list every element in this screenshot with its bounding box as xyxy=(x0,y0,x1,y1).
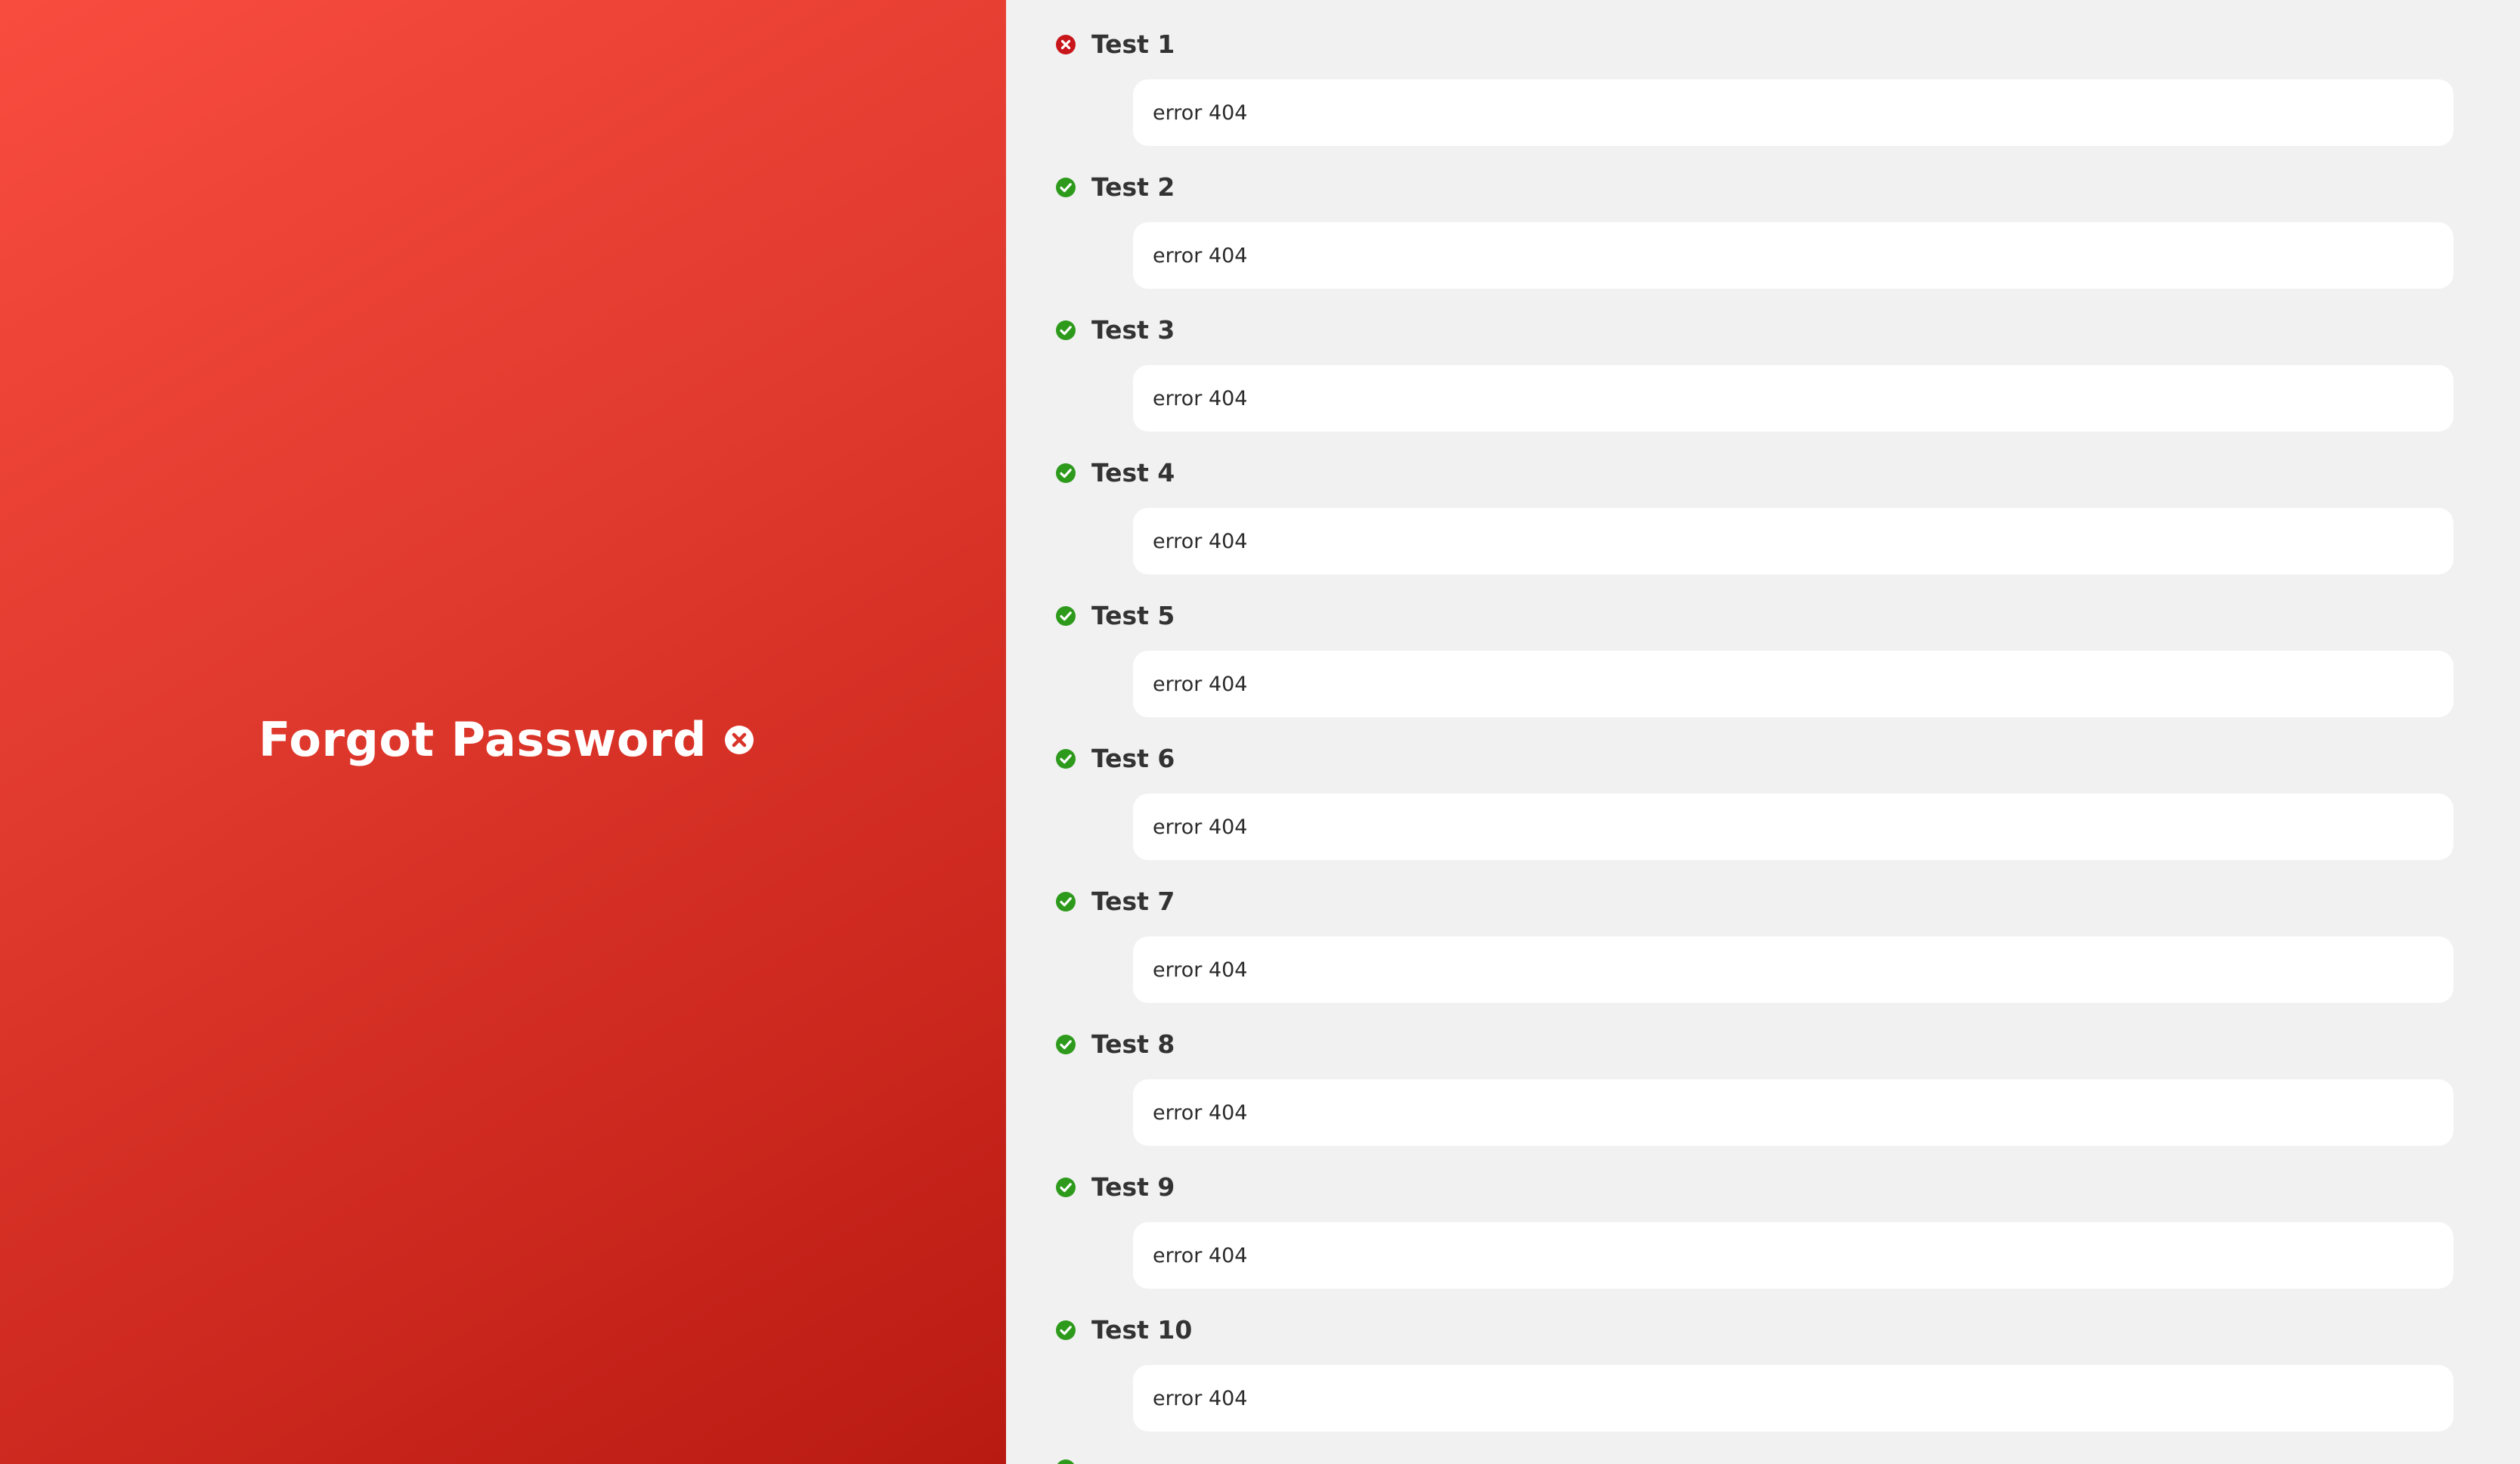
test-list: Test 1 error 404 Test 2 error 404 Test 3 erro… xyxy=(1055,29,2453,1458)
check-circle-icon xyxy=(1056,748,1076,769)
test-result-field[interactable]: error 404 xyxy=(1133,79,2453,146)
test-item: Test 4 error 404 xyxy=(1055,458,2453,601)
test-name: Test 7 xyxy=(1091,887,1175,916)
check-circle-icon xyxy=(1056,605,1076,626)
test-result-field[interactable]: error 404 xyxy=(1133,1365,2453,1432)
test-result-field[interactable]: error 404 xyxy=(1133,936,2453,1003)
test-result-field[interactable]: error 404 xyxy=(1133,1222,2453,1289)
test-result-field[interactable]: error 404 xyxy=(1133,651,2453,717)
page-title: Forgot Password xyxy=(259,712,707,767)
test-header: Test 5 xyxy=(1055,601,2453,630)
test-name: Test 4 xyxy=(1091,458,1175,487)
test-item: Test 3 error 404 xyxy=(1055,315,2453,458)
test-name: Test 9 xyxy=(1091,1172,1175,1202)
test-name: Test 10 xyxy=(1091,1315,1193,1345)
test-header: Test 10 xyxy=(1055,1315,2453,1345)
test-header: Test 3 xyxy=(1055,315,2453,345)
check-circle-icon xyxy=(1056,891,1076,912)
test-header: Test 4 xyxy=(1055,458,2453,487)
check-circle-icon xyxy=(1056,177,1076,197)
test-item: Test 10 error 404 xyxy=(1055,1315,2453,1458)
panel-heading: Forgot Password xyxy=(259,712,755,767)
test-name: Test 2 xyxy=(1091,172,1175,202)
test-header: Test 1 xyxy=(1055,29,2453,59)
test-header: Test 6 xyxy=(1055,744,2453,773)
test-item: Test 8 error 404 xyxy=(1055,1029,2453,1172)
test-header: Test 2 xyxy=(1055,172,2453,202)
check-circle-icon xyxy=(1057,1459,1074,1464)
test-item: Test 9 error 404 xyxy=(1055,1172,2453,1315)
test-result-field[interactable]: error 404 xyxy=(1133,508,2453,574)
check-circle-icon xyxy=(1056,463,1076,483)
test-result-field[interactable]: error 404 xyxy=(1133,1079,2453,1146)
test-item: Test 7 error 404 xyxy=(1055,887,2453,1029)
test-item: Test 5 error 404 xyxy=(1055,601,2453,744)
hero-panel: Forgot Password xyxy=(0,0,1006,1464)
test-results-panel[interactable]: Test 1 error 404 Test 2 error 404 Test 3 erro… xyxy=(1006,0,2520,1464)
app-window: Forgot Password Test 1 error 404 Test 2 err… xyxy=(0,0,2520,1464)
test-name: Test 3 xyxy=(1091,315,1175,345)
check-circle-icon xyxy=(1056,320,1076,340)
test-item: Test 2 error 404 xyxy=(1055,172,2453,315)
test-item: Test 1 error 404 xyxy=(1055,29,2453,172)
test-name: Test 1 xyxy=(1091,29,1175,59)
test-name: Test 6 xyxy=(1091,744,1175,773)
error-circle-icon xyxy=(1056,34,1076,54)
close-circle-icon[interactable] xyxy=(723,724,755,756)
test-header: Test 8 xyxy=(1055,1029,2453,1059)
check-circle-icon xyxy=(1056,1177,1076,1197)
test-result-field[interactable]: error 404 xyxy=(1133,365,2453,432)
test-header: Test 9 xyxy=(1055,1172,2453,1202)
test-result-field[interactable]: error 404 xyxy=(1133,222,2453,289)
test-header: Test 7 xyxy=(1055,887,2453,916)
test-name: Test 8 xyxy=(1091,1029,1175,1059)
test-item: Test 6 error 404 xyxy=(1055,744,2453,887)
test-result-field[interactable]: error 404 xyxy=(1133,794,2453,860)
check-circle-icon xyxy=(1056,1320,1076,1340)
test-name: Test 5 xyxy=(1091,601,1175,630)
check-circle-icon xyxy=(1056,1034,1076,1054)
